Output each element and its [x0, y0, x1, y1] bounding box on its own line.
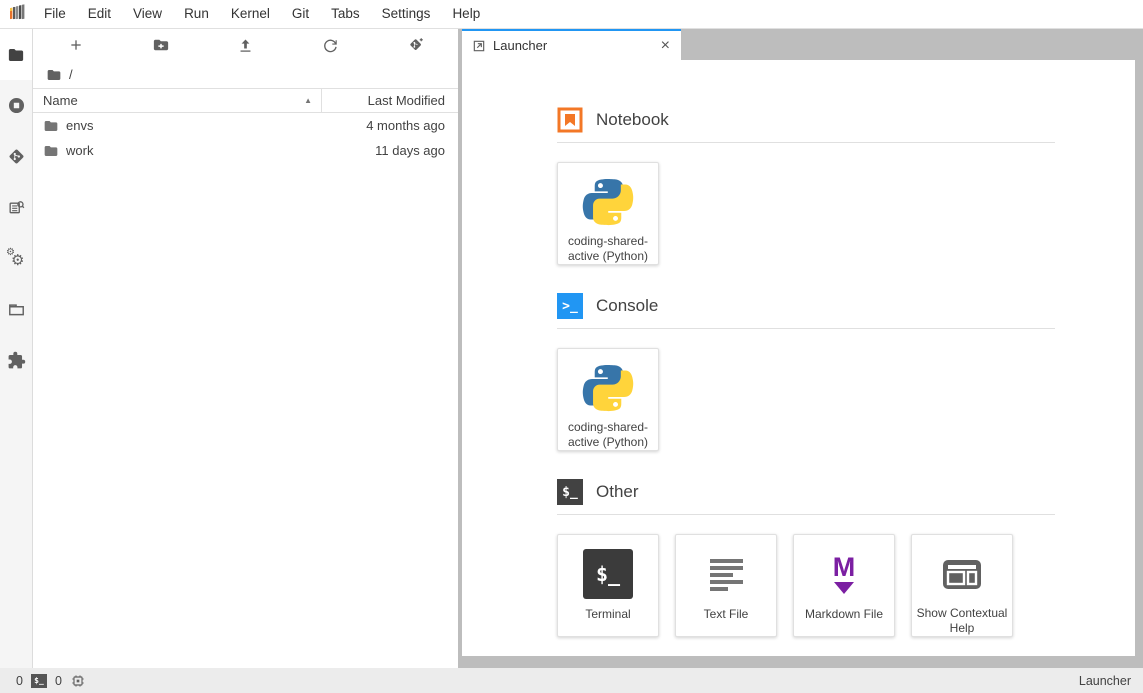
file-name: envs [66, 118, 93, 133]
section-console: >_ Console coding-shared-active (Pyth [557, 293, 1055, 451]
sidebar-item-property-inspector[interactable]: ⚙⚙ [0, 233, 32, 284]
column-header-modified[interactable]: Last Modified [322, 93, 458, 108]
notebook-icon [557, 107, 583, 133]
section-title: Other [596, 482, 639, 502]
launcher-card-terminal[interactable]: $_ Terminal [557, 534, 659, 637]
console-icon: >_ [557, 293, 583, 319]
section-other-header: $_ Other [557, 479, 1055, 515]
launcher-panel: Notebook coding-shared-active (Python) [462, 60, 1135, 656]
card-label: coding-shared-active (Python) [558, 420, 658, 450]
console-cards: coding-shared-active (Python) [557, 348, 1055, 451]
section-notebook-header: Notebook [557, 107, 1055, 143]
breadcrumb: / [33, 61, 458, 88]
upload-button[interactable] [203, 29, 288, 61]
other-cards: $_ Terminal [557, 534, 1055, 637]
python-logo-icon [581, 360, 635, 415]
section-console-header: >_ Console [557, 293, 1055, 329]
file-row-envs[interactable]: envs 4 months ago [33, 113, 458, 138]
breadcrumb-root[interactable]: / [69, 67, 73, 82]
dock-panel: Launcher × Notebook [458, 29, 1143, 668]
menu-git[interactable]: Git [281, 0, 320, 28]
close-icon[interactable]: × [658, 38, 673, 54]
launcher-card-contextual-help[interactable]: Show Contextual Help [911, 534, 1013, 637]
app-logo[interactable] [0, 4, 33, 24]
kernels-count[interactable]: 0 [55, 674, 62, 688]
file-list-header: Name ▲ Last Modified [33, 88, 458, 113]
section-other: $_ Other $_ Terminal [557, 479, 1055, 637]
launcher-icon [472, 39, 486, 53]
terminals-count[interactable]: 0 [16, 674, 23, 688]
file-row-work[interactable]: work 11 days ago [33, 138, 458, 163]
home-folder-icon[interactable] [46, 67, 62, 83]
new-folder-button[interactable] [118, 29, 203, 61]
gears-icon: ⚙⚙ [6, 249, 26, 269]
file-modified: 11 days ago [375, 143, 458, 158]
file-browser-panel: / Name ▲ Last Modified envs 4 months ago [33, 29, 458, 668]
menu-tabs[interactable]: Tabs [320, 0, 371, 28]
git-clone-button[interactable] [373, 29, 458, 61]
menu-help[interactable]: Help [441, 0, 491, 28]
name-column-label: Name [43, 93, 78, 108]
folder-icon [43, 143, 59, 159]
menu-kernel[interactable]: Kernel [220, 0, 281, 28]
status-bar: 0 $_ 0 Launcher [0, 668, 1143, 693]
section-notebook: Notebook coding-shared-active (Python) [557, 107, 1055, 265]
terminal-icon: $_ [557, 479, 583, 505]
launcher-card-notebook-python[interactable]: coding-shared-active (Python) [557, 162, 659, 265]
sidebar-item-extensions[interactable] [0, 335, 32, 386]
open-tabs-icon [7, 300, 26, 319]
folder-icon [7, 46, 25, 64]
menu-file[interactable]: File [33, 0, 77, 28]
menu-edit[interactable]: Edit [77, 0, 122, 28]
terminal-icon: $_ [583, 549, 633, 599]
section-title: Console [596, 296, 658, 316]
app-logo-icon [7, 4, 27, 24]
file-name: work [66, 143, 93, 158]
sidebar-item-file-browser[interactable] [0, 29, 32, 80]
sidebar-item-running-sessions[interactable] [0, 80, 32, 131]
file-browser-toolbar [33, 29, 458, 61]
card-label: Show Contextual Help [912, 606, 1012, 636]
card-label: Markdown File [794, 607, 894, 622]
current-activity-label: Launcher [1079, 674, 1131, 688]
sort-ascending-icon: ▲ [304, 96, 312, 105]
card-label: coding-shared-active (Python) [558, 234, 658, 264]
tab-bar: Launcher × [462, 29, 1143, 60]
launcher-card-markdown-file[interactable]: M Markdown File [793, 534, 895, 637]
refresh-button[interactable] [288, 29, 373, 61]
menu-bar: File Edit View Run Kernel Git Tabs Setti… [0, 0, 1143, 29]
python-logo-icon [581, 174, 635, 229]
markdown-icon: M [832, 554, 856, 595]
stop-circle-icon [7, 96, 26, 115]
contextual-help-icon [936, 546, 988, 601]
git-icon [7, 147, 26, 166]
column-header-name[interactable]: Name ▲ [33, 89, 322, 112]
jupyterlab-app: File Edit View Run Kernel Git Tabs Setti… [0, 0, 1143, 693]
card-label: Text File [676, 607, 776, 622]
menu-view[interactable]: View [122, 0, 173, 28]
tab-launcher-label: Launcher [493, 38, 651, 53]
menu-run[interactable]: Run [173, 0, 220, 28]
menu-settings[interactable]: Settings [371, 0, 442, 28]
folder-icon [43, 118, 59, 134]
text-file-icon [700, 546, 752, 602]
section-title: Notebook [596, 110, 669, 130]
file-modified: 4 months ago [366, 118, 458, 133]
new-launcher-button[interactable] [33, 29, 118, 61]
sidebar-item-inspector[interactable] [0, 182, 32, 233]
notebook-cards: coding-shared-active (Python) [557, 162, 1055, 265]
terminal-status-icon[interactable]: $_ [31, 674, 47, 688]
puzzle-icon [7, 351, 26, 370]
list-search-icon [7, 198, 26, 217]
activity-sidebar: ⚙⚙ [0, 29, 33, 668]
card-label: Terminal [558, 607, 658, 622]
main-region: ⚙⚙ [0, 29, 1143, 668]
sidebar-item-git[interactable] [0, 131, 32, 182]
kernel-chip-icon[interactable] [70, 673, 86, 689]
launcher-card-text-file[interactable]: Text File [675, 534, 777, 637]
launcher-card-console-python[interactable]: coding-shared-active (Python) [557, 348, 659, 451]
tab-launcher[interactable]: Launcher × [462, 29, 681, 60]
sidebar-item-open-tabs[interactable] [0, 284, 32, 335]
